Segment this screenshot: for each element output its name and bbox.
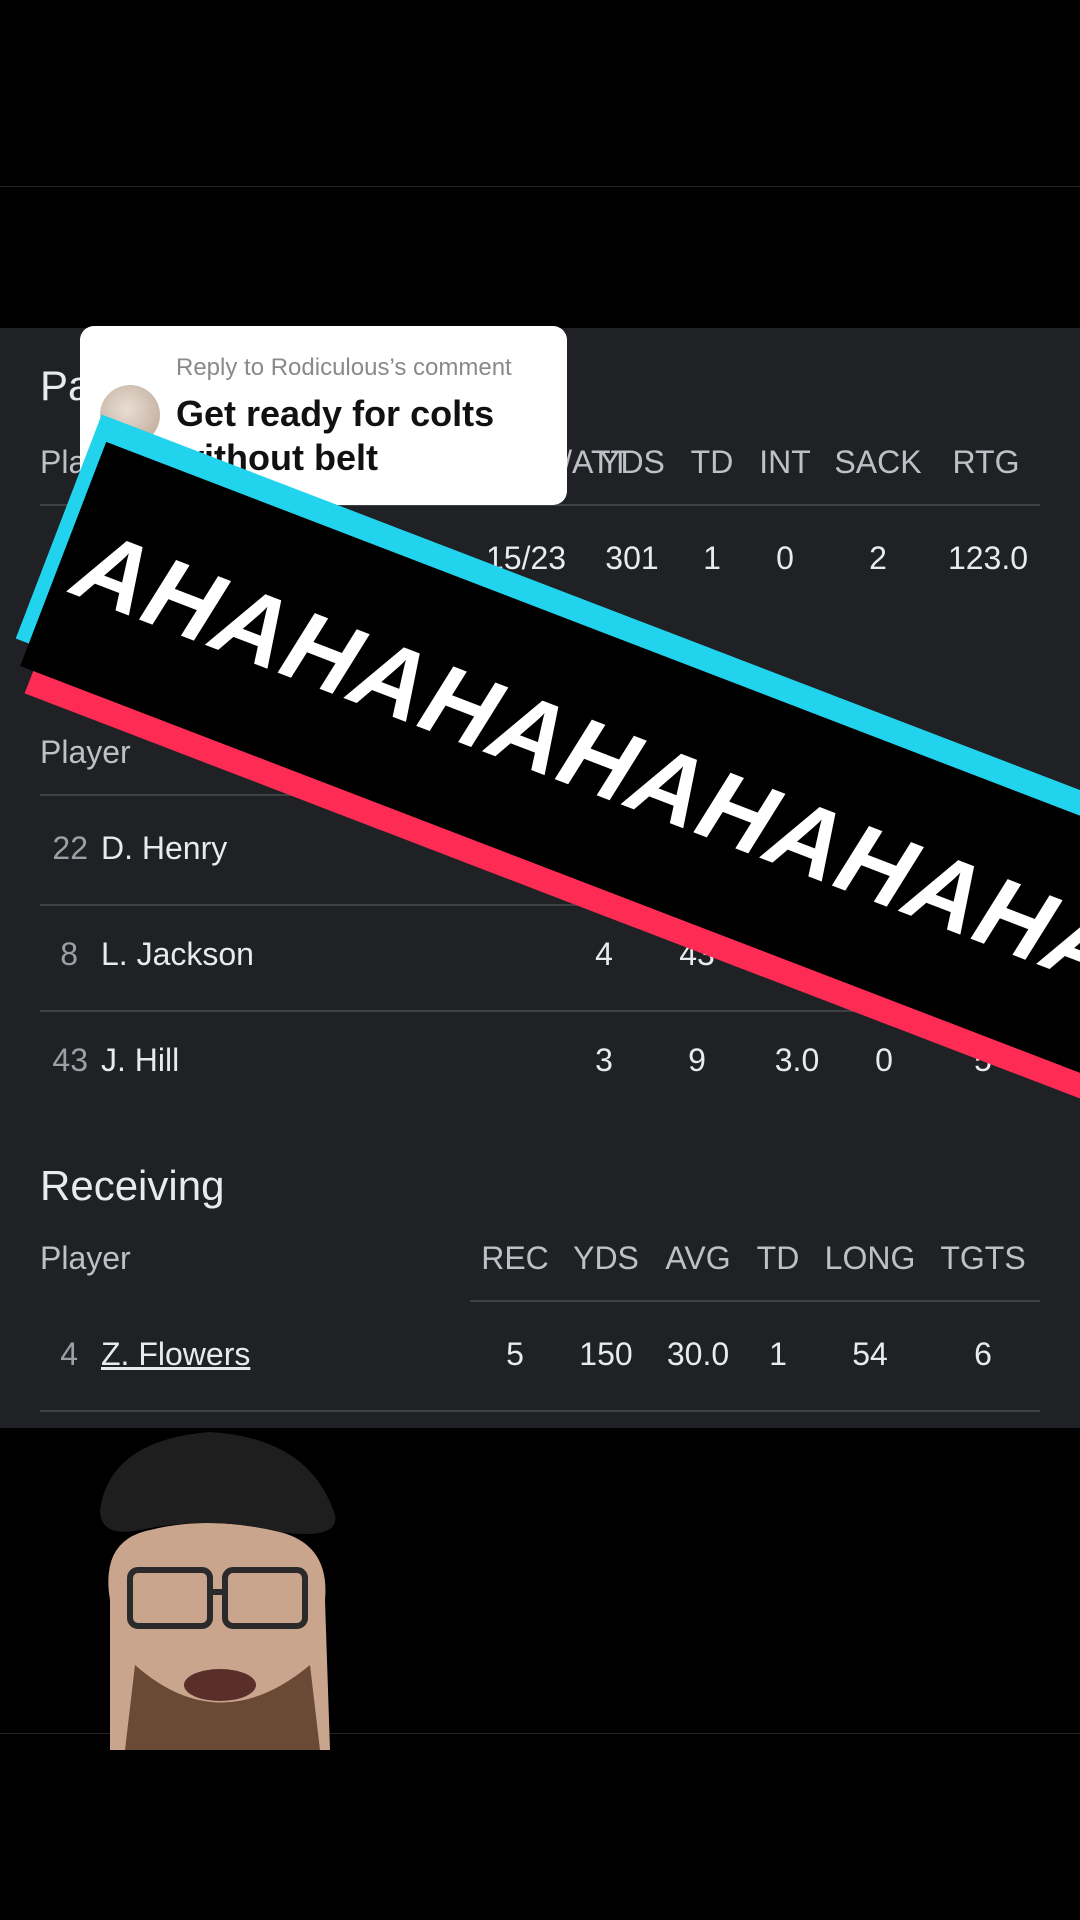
player-number: 22: [52, 830, 88, 866]
passing-rtg-value: 123.0: [947, 540, 1029, 576]
player-name[interactable]: J. Hill: [101, 1042, 179, 1079]
receiving-tgts-value: 6: [974, 1336, 992, 1372]
player-number: 43: [52, 1042, 88, 1078]
receiving-header-yds: YDS: [573, 1240, 639, 1276]
passing-yds-value: 301: [605, 540, 659, 576]
passing-header-rtg: RTG: [952, 444, 1020, 480]
receiving-long-value: 54: [852, 1336, 888, 1372]
receiving-section-title: Receiving: [40, 1162, 225, 1209]
receiving-header-player: Player: [40, 1240, 131, 1276]
passing-header-yds: YDS: [599, 444, 665, 480]
divider: [40, 1410, 1040, 1412]
player-number: 4: [60, 1336, 78, 1372]
rushing-td-value: 0: [875, 1042, 893, 1078]
top-band: [0, 186, 1080, 329]
rushing-yds-value: 9: [688, 1042, 706, 1078]
divider: [470, 1300, 1040, 1302]
player-name-link[interactable]: Z. Flowers: [101, 1336, 250, 1373]
player-name[interactable]: L. Jackson: [101, 936, 254, 973]
rushing-car-value: 3: [595, 1042, 613, 1078]
passing-header-td: TD: [690, 444, 734, 480]
receiving-rec-value: 5: [506, 1336, 524, 1372]
passing-int-value: 0: [776, 540, 794, 576]
creator-video-cutout: [100, 1432, 336, 1750]
rushing-car-value: 4: [595, 936, 613, 972]
receiving-yds-value: 150: [579, 1336, 633, 1372]
receiving-header-long: LONG: [824, 1240, 916, 1276]
receiving-header-rec: REC: [481, 1240, 549, 1276]
player-name[interactable]: D. Henry: [101, 830, 227, 867]
rushing-header-player: Player: [40, 734, 131, 770]
player-number: 8: [60, 936, 78, 972]
rushing-avg-value: 3.0: [774, 1042, 820, 1078]
receiving-header-avg: AVG: [665, 1240, 731, 1276]
receiving-header-td: TD: [756, 1240, 800, 1276]
receiving-header-tgts: TGTS: [940, 1240, 1026, 1276]
reply-label: Reply to Rodiculous’s comment: [176, 354, 512, 381]
passing-header-int: INT: [759, 444, 811, 480]
receiving-avg-value: 30.0: [666, 1336, 730, 1372]
receiving-td-value: 1: [769, 1336, 787, 1372]
passing-header-sack: SACK: [834, 444, 922, 480]
passing-sack-value: 2: [869, 540, 887, 576]
passing-td-value: 1: [703, 540, 721, 576]
